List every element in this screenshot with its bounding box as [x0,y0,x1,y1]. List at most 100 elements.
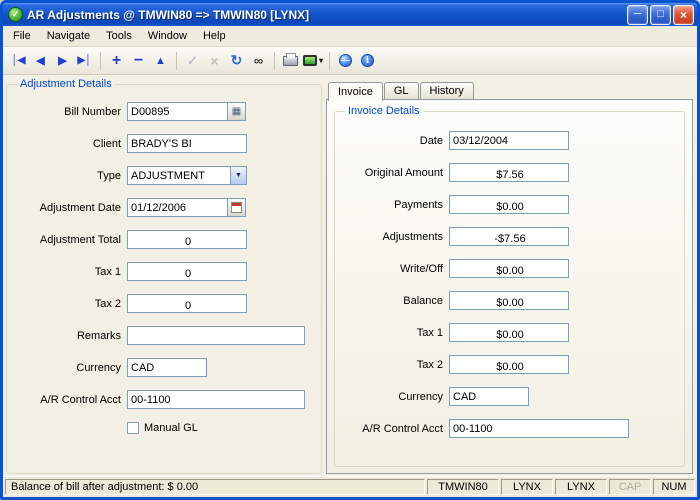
title-bar[interactable]: ✓ AR Adjustments @ TMWIN80 => TMWIN80 [L… [3,3,697,26]
export-button[interactable]: ▾ [302,50,324,71]
field-label: Client [15,138,121,150]
field-input-wrap: 0 [127,262,247,281]
field-label: A/R Control Acct [343,423,443,435]
original-amount-input[interactable]: $7.56 [449,163,569,182]
field-input-wrap: D00895▦ [127,102,246,121]
tab-gl[interactable]: GL [384,82,419,100]
field-input-wrap: 03/12/2004 [449,131,569,150]
calendar-button[interactable] [227,198,246,217]
invoice-date-input[interactable]: 03/12/2004 [449,131,569,150]
field-label: Tax 2 [15,298,121,310]
field-label: Currency [15,362,121,374]
refresh-button[interactable]: ↻ [226,50,247,71]
menu-item-tools[interactable]: Tools [98,28,140,44]
invoice-fields: Date03/12/2004Original Amount$7.56Paymen… [343,131,676,438]
invoice-tax2-input[interactable]: $0.00 [449,355,569,374]
remarks-input[interactable] [127,326,305,345]
manual-gl-label: Manual GL [144,422,198,434]
field-label: Write/Off [343,263,443,275]
field-label: Type [15,170,121,182]
field-row: Date03/12/2004 [343,131,676,150]
window-controls: ─□× [627,5,694,25]
field-input-wrap: $0.00 [449,291,569,310]
field-label: Payments [343,199,443,211]
tax2-input[interactable]: 0 [127,294,247,313]
browse-button[interactable]: ∞ [248,50,269,71]
field-label: Remarks [15,330,121,342]
menu-item-navigate[interactable]: Navigate [39,28,98,44]
maximize-button[interactable]: □ [650,5,671,25]
field-row: Tax 2$0.00 [343,355,676,374]
menu-item-help[interactable]: Help [195,28,234,44]
dropdown-arrow-icon: ▾ [319,56,323,65]
edit-record-button[interactable]: ▲ [150,50,171,71]
field-row: Tax 10 [15,262,313,281]
field-input-wrap: 01/12/2006 [127,198,246,217]
tab-history[interactable]: History [420,82,474,100]
field-row: Bill NumberD00895▦ [15,102,313,121]
adjustment-fields: Bill NumberD00895▦ Client BRADY'S BI Type AD… [15,102,313,409]
menu-item-file[interactable]: File [5,28,39,44]
last-record-button[interactable]: ▶│ [74,50,95,71]
status-panel-lynx: LYNX [555,479,607,495]
field-input-wrap: $7.56 [449,163,569,182]
next-record-button[interactable]: ▶ [52,50,73,71]
app-window: ✓ AR Adjustments @ TMWIN80 => TMWIN80 [L… [0,0,700,500]
field-label: Adjustment Date [15,202,121,214]
delete-record-button[interactable]: − [128,50,149,71]
print-button[interactable] [280,50,301,71]
field-label: Adjustments [343,231,443,243]
field-input-wrap: $0.00 [449,259,569,278]
status-panel-cap: CAP [609,479,651,495]
about-button[interactable]: i [357,50,378,71]
balance-input[interactable]: $0.00 [449,291,569,310]
field-input-wrap: 00-1100 [127,390,305,409]
content-area: Adjustment Details Bill NumberD00895▦Cli… [3,75,697,476]
invoice-ar-control-acct-input[interactable]: 00-1100 [449,419,629,438]
calendar-icon [231,202,242,213]
adjustment-date-input[interactable]: 01/12/2006 [127,198,228,217]
field-row: A/R Control Acct 00-1100 [15,390,313,409]
post-edit-button[interactable]: ✓ [182,50,203,71]
field-row: Tax 2 0 [15,294,313,313]
field-row: Balance$0.00 [343,291,676,310]
field-label: Adjustment Total [15,234,121,246]
window-title: AR Adjustments @ TMWIN80 => TMWIN80 [LYN… [27,8,623,22]
ar-control-acct-input[interactable]: 00-1100 [127,390,305,409]
field-input-wrap: $0.00 [449,355,569,374]
type-select[interactable]: ADJUSTMENT [127,166,231,185]
status-panel-tmwin80: TMWIN80 [427,479,499,495]
adjustment-total-input[interactable]: 0 [127,230,247,249]
tab-invoice[interactable]: Invoice [328,82,383,101]
field-row: Payments $0.00 [343,195,676,214]
add-record-button[interactable]: + [106,50,127,71]
currency-input[interactable]: CAD [127,358,207,377]
first-record-button[interactable]: │◀ [8,50,29,71]
dropdown-button[interactable]: ▼ [230,166,247,185]
payments-input[interactable]: $0.00 [449,195,569,214]
manual-gl-checkbox[interactable] [127,422,139,434]
minimize-button[interactable]: ─ [627,5,648,25]
writeoff-input[interactable]: $0.00 [449,259,569,278]
previous-record-button[interactable]: ◀ [30,50,51,71]
field-row: Adjustments -$7.56 [343,227,676,246]
invoice-currency-input[interactable]: CAD [449,387,529,406]
toolbar-separator [100,52,101,70]
field-label: A/R Control Acct [15,394,121,406]
bill-number-input[interactable]: D00895 [127,102,228,121]
close-button[interactable]: × [673,5,694,25]
toolbar-separator [274,52,275,70]
lookup-button[interactable]: ▦ [227,102,246,121]
field-input-wrap: 0 [127,230,247,249]
field-input-wrap: ADJUSTMENT▼ [127,166,247,185]
invoice-tax1-input[interactable]: $0.00 [449,323,569,342]
menu-item-window[interactable]: Window [140,28,195,44]
tax1-input[interactable]: 0 [127,262,247,281]
field-input-wrap: CAD [127,358,207,377]
adjustments-input[interactable]: -$7.56 [449,227,569,246]
invoice-details-group: Invoice Details Date03/12/2004Original A… [334,105,685,467]
web-button[interactable] [335,50,356,71]
screen-icon [303,55,317,66]
cancel-edit-button[interactable]: × [204,50,225,71]
client-input[interactable]: BRADY'S BI [127,134,247,153]
